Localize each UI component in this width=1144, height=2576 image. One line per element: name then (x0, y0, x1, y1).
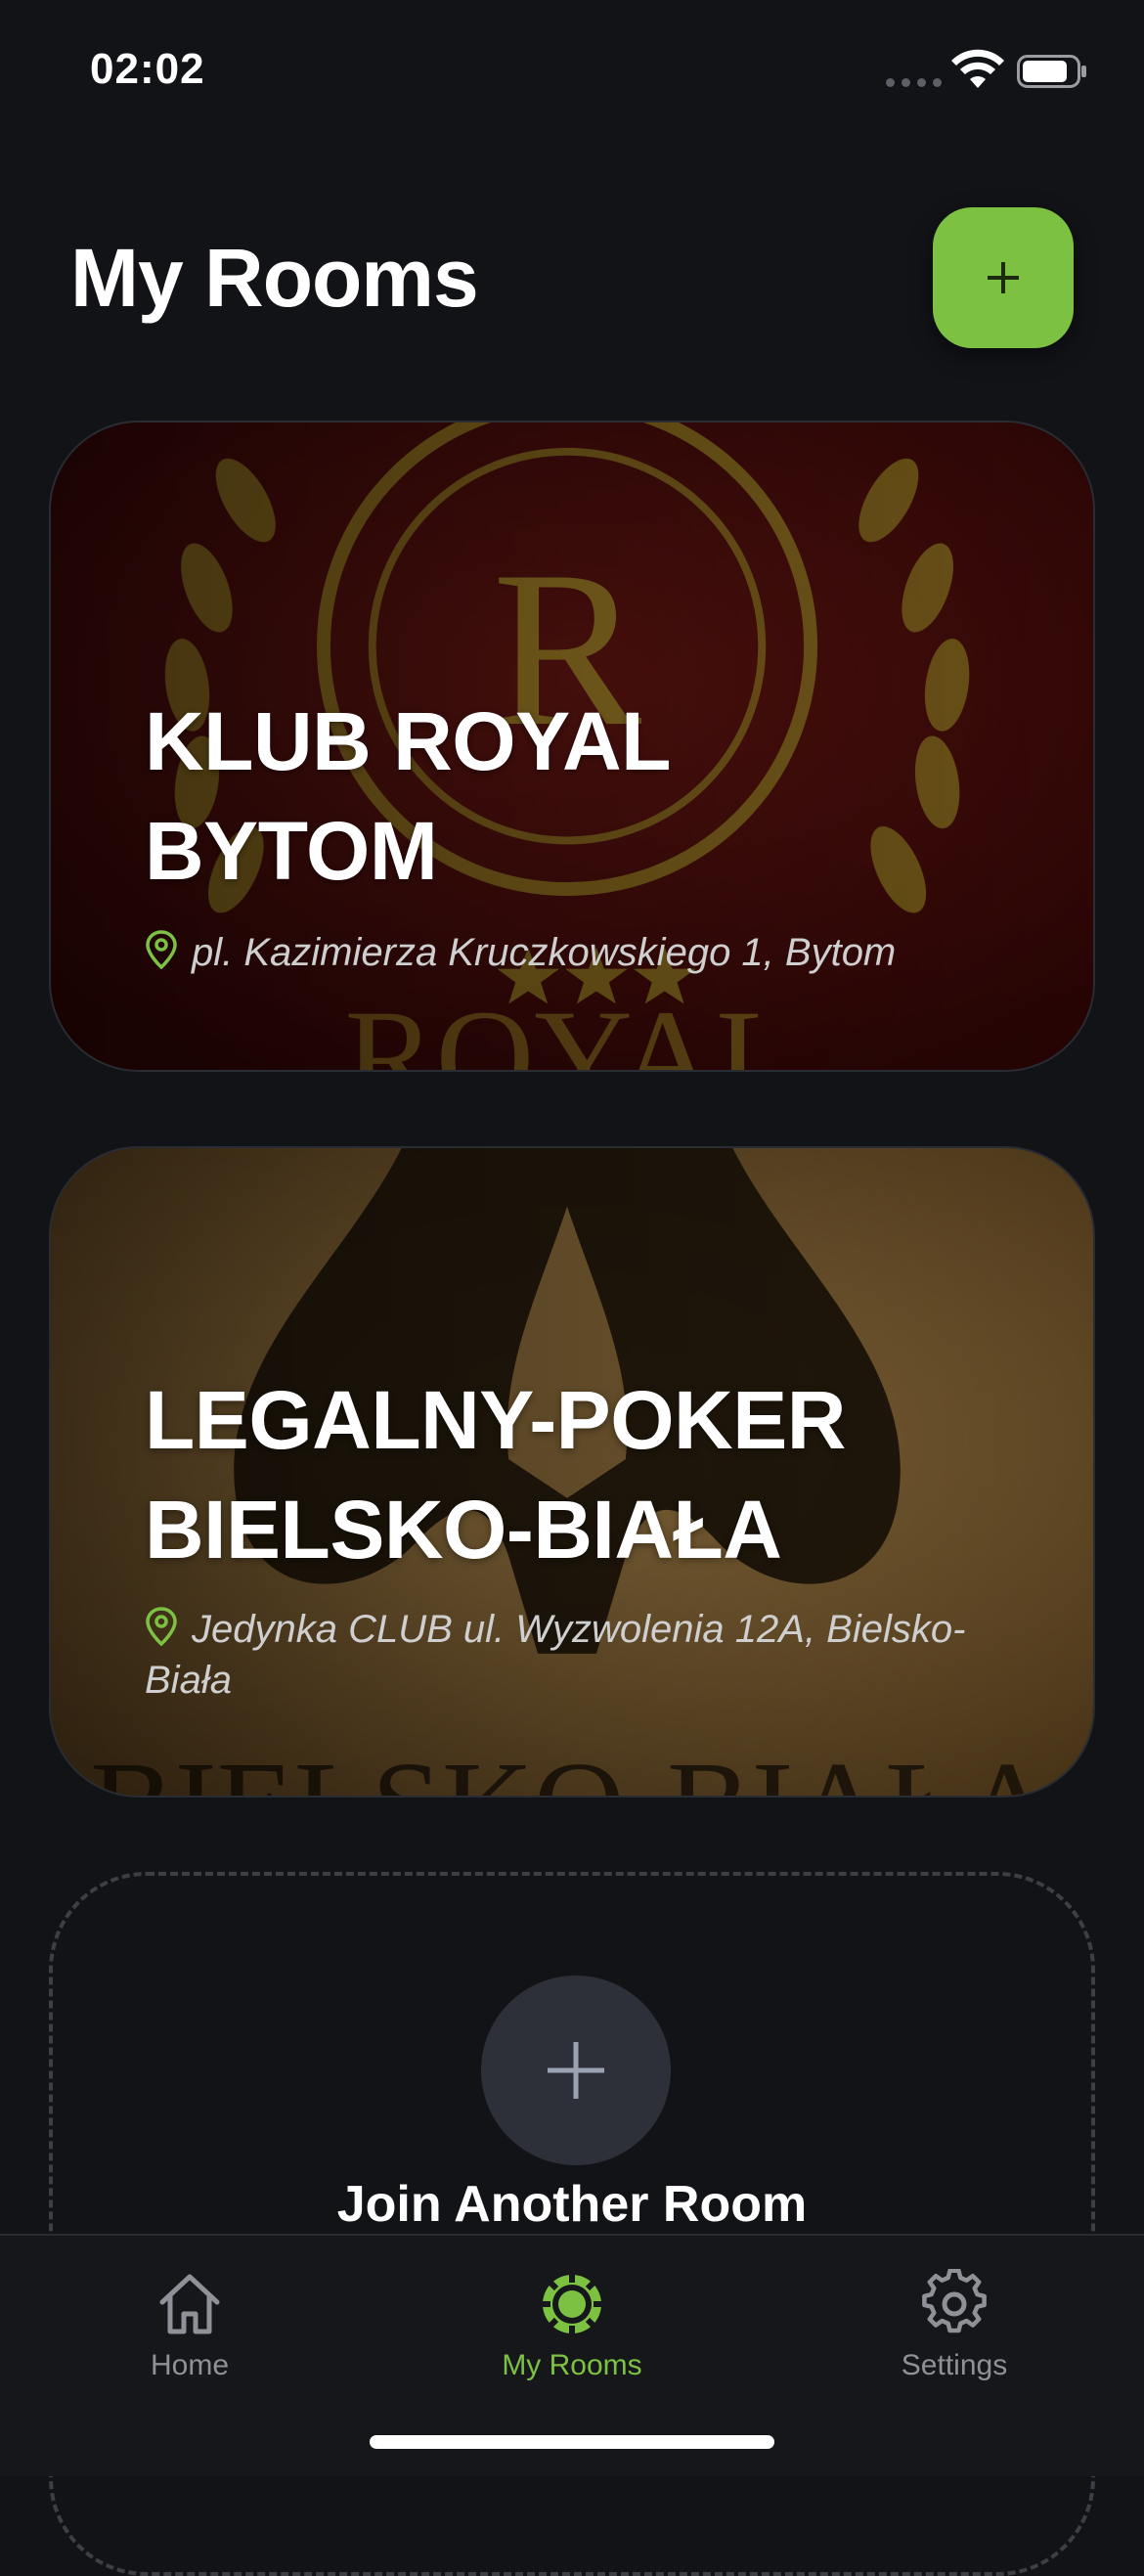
room-name: LEGALNY-POKER BIELSKO-BIAŁA (145, 1374, 846, 1576)
tab-home[interactable]: Home (43, 2255, 336, 2402)
status-time: 02:02 (90, 45, 205, 93)
battery-icon (1017, 55, 1086, 88)
tab-settings[interactable]: Settings (808, 2255, 1101, 2402)
join-room-label: Join Another Room (336, 2176, 808, 2233)
add-room-button[interactable] (933, 207, 1074, 348)
room-name: KLUB ROYAL BYTOM (145, 695, 671, 897)
room-card-klub-royal-bytom[interactable]: R ROYAL KLUB ROYAL BYTOM pl. Kazimierza (49, 421, 1095, 1072)
wifi-icon (951, 49, 1004, 88)
tab-label: Home (150, 2349, 230, 2381)
plus-icon (988, 262, 1019, 293)
room-address: pl. Kazimierza Kruczkowskiego 1, Bytom (145, 927, 966, 978)
house-icon (159, 2274, 220, 2334)
page-title: My Rooms (70, 232, 479, 324)
room-card-legalny-poker-bielsko-biala[interactable]: BIELSKO-BIAŁA LEGALNY-POKER BIELSKO-BIAŁ… (49, 1146, 1095, 1798)
tab-label: Settings (901, 2349, 1008, 2381)
gear-icon (922, 2269, 987, 2333)
poker-chip-icon (541, 2273, 603, 2335)
join-room-button[interactable] (481, 1976, 671, 2165)
location-pin-icon (146, 930, 177, 969)
home-indicator[interactable] (370, 2435, 774, 2449)
plus-icon (548, 2042, 604, 2099)
status-bar: 02:02 (0, 0, 1144, 147)
cellular-signal-icon (886, 78, 942, 87)
location-pin-icon (146, 1607, 177, 1646)
tab-my-rooms[interactable]: My Rooms (425, 2255, 719, 2402)
room-address: Jedynka CLUB ul. Wyzwolenia 12A, Bielsko… (145, 1607, 966, 1702)
tab-label: My Rooms (502, 2349, 642, 2381)
